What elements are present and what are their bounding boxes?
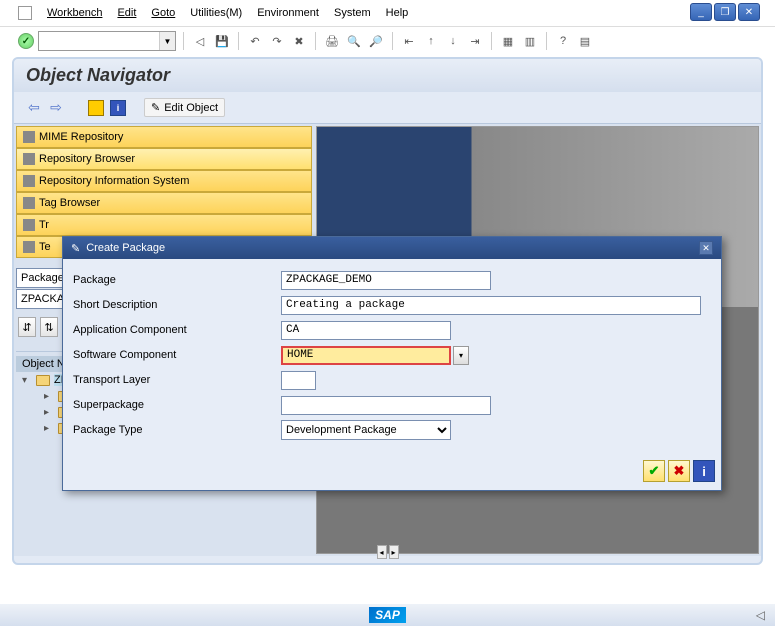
tree-btn-1[interactable]: ⇵: [18, 317, 36, 337]
test-icon: [23, 241, 35, 253]
nav-te-label: Te: [39, 241, 51, 253]
next-page-icon[interactable]: ↓: [444, 32, 462, 50]
input-transport[interactable]: [281, 371, 316, 390]
tool-icon-info[interactable]: i: [110, 100, 126, 116]
create-package-dialog: ✎ Create Package ✕ Package Short Descrip…: [62, 236, 722, 491]
menu-goto[interactable]: Goto: [151, 7, 175, 19]
nav-transport[interactable]: Tr: [16, 214, 312, 236]
repo-icon: [23, 153, 35, 165]
label-sw-comp: Software Component: [71, 349, 281, 361]
command-field[interactable]: [39, 32, 159, 50]
label-pkg-type: Package Type: [71, 424, 281, 436]
status-menu-button[interactable]: ◁: [756, 608, 765, 622]
command-dropdown[interactable]: ▼: [159, 32, 175, 50]
input-superpkg[interactable]: [281, 396, 491, 415]
nav-prev-button[interactable]: ⇦: [26, 100, 42, 116]
nav-back-icon[interactable]: ↶: [246, 32, 264, 50]
dialog-info-button[interactable]: i: [693, 460, 715, 482]
nav-repository-info-system[interactable]: Repository Information System: [16, 170, 312, 192]
dialog-close-button[interactable]: ✕: [699, 241, 713, 255]
menu-icon[interactable]: [18, 6, 32, 20]
pager: ◂ ▸: [377, 545, 399, 559]
page-title: Object Navigator: [14, 59, 761, 92]
expand-icon[interactable]: ▸: [44, 423, 54, 434]
tree-btn-2[interactable]: ⇅: [40, 317, 58, 337]
dialog-body: Package Short Description Application Co…: [63, 259, 721, 450]
window-restore-button[interactable]: ❐: [714, 3, 736, 21]
nav-tag-browser[interactable]: Tag Browser: [16, 192, 312, 214]
print-icon[interactable]: 🖨: [323, 32, 341, 50]
dialog-ok-button[interactable]: ✔: [643, 460, 665, 482]
nav-mime-label: MIME Repository: [39, 131, 123, 143]
menu-bar: Workbench Edit Goto Utilities(M) Environ…: [0, 0, 775, 26]
nav-exit-icon[interactable]: ↷: [268, 32, 286, 50]
label-short-desc: Short Description: [71, 299, 281, 311]
expand-icon[interactable]: ▾: [22, 375, 32, 386]
nav-cancel-icon[interactable]: ✖: [290, 32, 308, 50]
expand-icon[interactable]: ▸: [44, 407, 54, 418]
first-page-icon[interactable]: ⇤: [400, 32, 418, 50]
back-button[interactable]: ◁: [191, 32, 209, 50]
expand-icon[interactable]: ▸: [44, 391, 54, 402]
sap-logo: SAP: [369, 607, 406, 623]
edit-object-label: Edit Object: [164, 102, 218, 114]
nav-repository-browser[interactable]: Repository Browser: [16, 148, 312, 170]
tag-icon: [23, 197, 35, 209]
dialog-titlebar: ✎ Create Package ✕: [63, 237, 721, 259]
prev-page-icon[interactable]: ↑: [422, 32, 440, 50]
last-page-icon[interactable]: ⇥: [466, 32, 484, 50]
dialog-cancel-button[interactable]: ✖: [668, 460, 690, 482]
shortcut-icon[interactable]: ▥: [521, 32, 539, 50]
menu-environment[interactable]: Environment: [257, 7, 319, 19]
input-short-desc[interactable]: [281, 296, 701, 315]
nav-repo-label: Repository Browser: [39, 153, 135, 165]
new-session-icon[interactable]: ▦: [499, 32, 517, 50]
label-transport: Transport Layer: [71, 374, 281, 386]
save-icon[interactable]: 💾: [213, 32, 231, 50]
transport-icon: [23, 219, 35, 231]
nav-tag-label: Tag Browser: [39, 197, 100, 209]
edit-object-icon: ✎: [151, 101, 160, 114]
input-package[interactable]: [281, 271, 491, 290]
input-app-comp[interactable]: [281, 321, 451, 340]
help-icon[interactable]: ?: [554, 32, 572, 50]
page-next[interactable]: ▸: [389, 545, 399, 559]
label-app-comp: Application Component: [71, 324, 281, 336]
window-close-button[interactable]: ✕: [738, 3, 760, 21]
page-prev[interactable]: ◂: [377, 545, 387, 559]
input-sw-comp[interactable]: [281, 346, 451, 365]
dialog-footer: ✔ ✖ i: [63, 450, 721, 490]
nav-mime-repository[interactable]: MIME Repository: [16, 126, 312, 148]
menu-edit[interactable]: Edit: [117, 7, 136, 19]
nav-repo-info-label: Repository Information System: [39, 175, 189, 187]
menu-utilities[interactable]: Utilities(M): [190, 7, 242, 19]
command-field-wrap: ▼: [38, 31, 176, 51]
nav-tr-label: Tr: [39, 219, 49, 231]
nav-next-button[interactable]: ⇨: [48, 100, 64, 116]
sw-comp-f4-button[interactable]: ▾: [453, 346, 469, 365]
label-superpkg: Superpackage: [71, 399, 281, 411]
menu-system[interactable]: System: [334, 7, 371, 19]
select-pkg-type[interactable]: Development Package: [281, 420, 451, 440]
edit-object-button[interactable]: ✎ Edit Object: [144, 98, 225, 117]
tool-icon-1[interactable]: [88, 100, 104, 116]
enter-button[interactable]: ✓: [18, 33, 34, 49]
dialog-title: Create Package: [86, 242, 165, 254]
sub-toolbar: ⇦ ⇨ i ✎ Edit Object: [14, 92, 761, 124]
window-minimize-button[interactable]: _: [690, 3, 712, 21]
mime-icon: [23, 131, 35, 143]
find-next-icon[interactable]: 🔎: [367, 32, 385, 50]
menu-workbench[interactable]: Workbench: [47, 7, 102, 19]
dialog-icon: ✎: [71, 242, 80, 255]
find-icon[interactable]: 🔍: [345, 32, 363, 50]
menu-help[interactable]: Help: [386, 7, 409, 19]
repo-info-icon: [23, 175, 35, 187]
folder-icon: [36, 375, 50, 386]
layout-icon[interactable]: ▤: [576, 32, 594, 50]
application-toolbar: ✓ ▼ ◁ 💾 ↶ ↷ ✖ 🖨 🔍 🔎 ⇤ ↑ ↓ ⇥ ▦ ▥ ? ▤: [0, 26, 775, 57]
status-bar: SAP ◁: [0, 604, 775, 626]
label-package: Package: [71, 274, 281, 286]
